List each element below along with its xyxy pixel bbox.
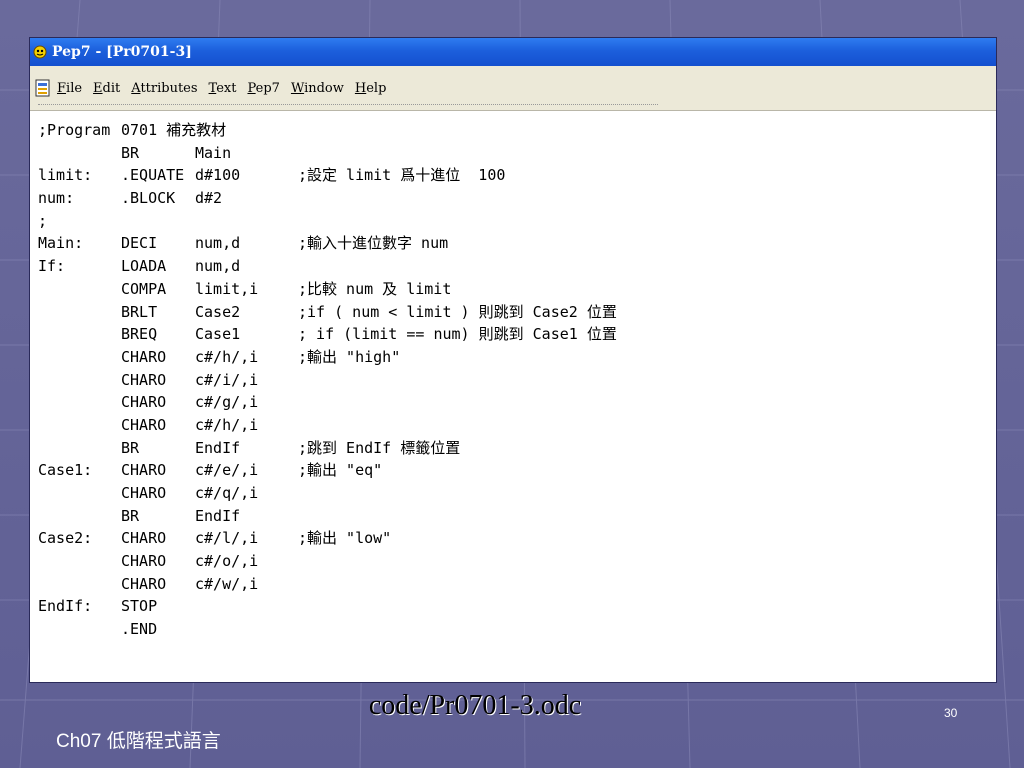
code-op: LOADA <box>121 257 167 276</box>
code-comment: ;輸出 "eq" <box>298 461 383 480</box>
code-op: 0701 補充教材 <box>121 121 227 139</box>
code-comment: ;跳到 EndIf 標籤位置 <box>298 438 461 457</box>
menu-mnemonic: F <box>57 80 67 96</box>
code-operand: c#/i/,i <box>195 370 259 389</box>
code-op: BRLT <box>121 302 158 321</box>
code-operand: Case1 <box>195 325 241 344</box>
code-operand: num,d <box>195 257 241 276</box>
code-comment: ;輸入十進位數字 num <box>298 234 449 253</box>
code-op: .END <box>121 620 158 639</box>
menu-label: ile <box>66 80 83 96</box>
menu-item-text[interactable]: Text <box>209 81 237 96</box>
code-op: CHARO <box>121 461 167 480</box>
menu-row: File Edit Attributes Text Pep7 Window Help <box>30 78 397 98</box>
code-operand: c#/w/,i <box>195 574 259 593</box>
code-label: ; <box>38 211 48 230</box>
code-operand: Main <box>195 143 232 162</box>
code-comment: ;輸出 "low" <box>298 529 392 548</box>
menu-label: ext <box>216 80 237 96</box>
code-operand: c#/q/,i <box>195 484 259 502</box>
code-op: CHARO <box>121 347 167 366</box>
window-title: Pep7 - [Pr0701-3] <box>52 44 192 60</box>
code-op: COMPA <box>121 279 167 298</box>
menu-bar: File Edit Attributes Text Pep7 Window Help <box>30 66 996 111</box>
code-operand: c#/e/,i <box>195 461 259 480</box>
code-operand: limit,i <box>195 279 259 298</box>
menu-item-window[interactable]: Window <box>291 81 344 96</box>
menu-label: ttributes <box>140 80 198 96</box>
code-label: Main: <box>38 234 84 253</box>
code-op: CHARO <box>121 393 167 412</box>
code-op: BR <box>121 143 140 162</box>
menu-item-attributes[interactable]: Attributes <box>131 81 197 96</box>
slide-footer: Ch07 低階程式語言 <box>56 731 221 752</box>
code-comment: ;輸出 "high" <box>298 347 401 366</box>
code-editor[interactable]: ;Program 0701 補充教材 BR Main limit: .EQUATE d#10… <box>30 111 996 682</box>
document-icon[interactable] <box>35 79 51 97</box>
menu-item-edit[interactable]: Edit <box>93 81 120 96</box>
code-comment: ;if ( num < limit ) 則跳到 Case2 位置 <box>298 302 617 321</box>
toolbar-remnant <box>38 104 658 108</box>
code-comment: ; if (limit == num) 則跳到 Case1 位置 <box>298 325 617 344</box>
code-op: BREQ <box>121 325 158 344</box>
code-label: If: <box>38 257 66 276</box>
menu-mnemonic: P <box>247 80 256 96</box>
menu-label: dit <box>102 80 121 96</box>
code-label: num: <box>38 189 75 208</box>
pep7-app-icon <box>33 45 47 59</box>
menu-label: ep7 <box>255 80 280 96</box>
code-op: CHARO <box>121 529 167 548</box>
slide-caption: code/Pr0701-3.odc <box>368 690 582 721</box>
code-operand: c#/h/,i <box>195 415 259 434</box>
code-op: DECI <box>121 234 158 253</box>
code-op: CHARO <box>121 552 167 571</box>
code-operand: EndIf <box>195 438 241 457</box>
code-operand: Case2 <box>195 302 241 321</box>
code-op: STOP <box>121 597 158 616</box>
pep7-window: Pep7 - [Pr0701-3] File Edit Attributes Text… <box>30 38 996 682</box>
code-operand: EndIf <box>195 506 241 525</box>
code-op: CHARO <box>121 370 167 389</box>
code-label: Case1: <box>38 461 93 480</box>
code-operand: c#/l/,i <box>195 529 259 548</box>
code-op: CHARO <box>121 574 167 593</box>
code-op: CHARO <box>121 415 167 434</box>
code-operand: d#2 <box>195 189 223 208</box>
code-operand: num,d <box>195 234 241 253</box>
code-label: EndIf: <box>38 597 93 616</box>
menu-mnemonic: W <box>290 80 305 96</box>
title-bar[interactable]: Pep7 - [Pr0701-3] <box>30 38 996 66</box>
code-label: limit: <box>38 166 93 185</box>
code-op: BR <box>121 506 140 525</box>
code-op: .EQUATE <box>121 166 185 185</box>
menu-mnemonic: E <box>93 80 103 96</box>
code-op: CHARO <box>121 484 167 502</box>
code-operand: c#/g/,i <box>195 393 259 412</box>
code-operand: c#/o/,i <box>195 552 259 571</box>
code-comment: ;比較 num 及 limit <box>298 279 452 298</box>
page-number: 30 <box>944 706 958 720</box>
menu-mnemonic: H <box>354 80 367 96</box>
code-label: ;Program <box>38 121 111 139</box>
code-comment: ;設定 limit 爲十進位 100 <box>298 166 506 185</box>
menu-label: indow <box>304 80 344 96</box>
code-op: .BLOCK <box>121 189 176 208</box>
menu-label: elp <box>366 80 387 96</box>
code-operand: c#/h/,i <box>195 347 259 366</box>
code-op: BR <box>121 438 140 457</box>
code-operand: d#100 <box>195 166 241 185</box>
menu-item-file[interactable]: File <box>57 81 82 96</box>
code-label: Case2: <box>38 529 93 548</box>
menu-item-help[interactable]: Help <box>355 81 387 96</box>
menu-item-pep7[interactable]: Pep7 <box>247 81 279 96</box>
